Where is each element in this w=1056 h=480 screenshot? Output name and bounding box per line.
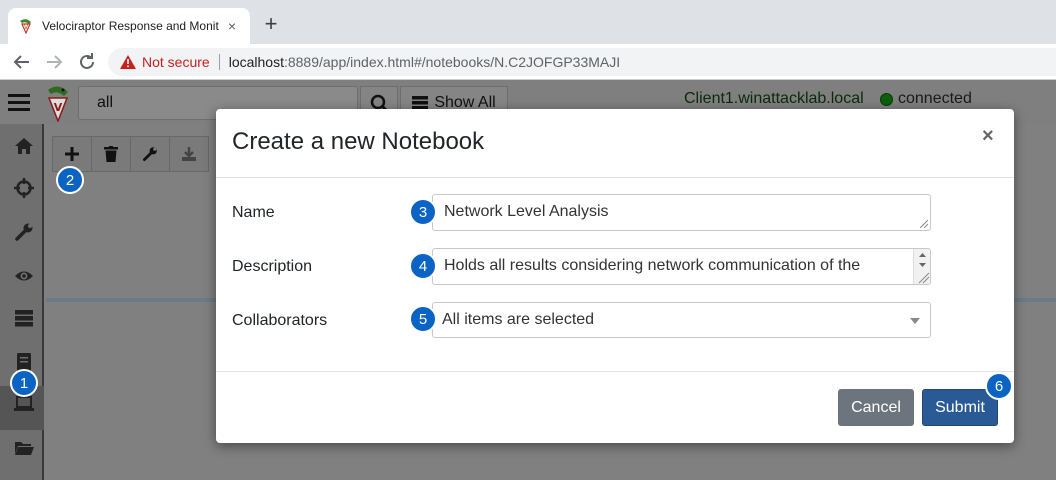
export-notebook-button[interactable]: [169, 136, 209, 172]
name-label: Name: [232, 204, 275, 221]
eye-icon[interactable]: [14, 266, 34, 286]
server-icon[interactable]: [14, 308, 34, 328]
crosshair-icon[interactable]: [14, 178, 34, 198]
collaborators-label: Collaborators: [232, 312, 328, 329]
scroll-arrows-icon: [918, 253, 930, 284]
description-value: Holds all results considering network co…: [444, 257, 861, 274]
resize-grip-icon[interactable]: [920, 220, 928, 228]
client-name[interactable]: Client1.winattacklab.local: [684, 90, 864, 108]
back-arrow-icon[interactable]: [10, 50, 34, 74]
edit-notebook-button[interactable]: [130, 136, 170, 172]
security-label[interactable]: Not secure: [142, 54, 210, 70]
tab-close-icon[interactable]: ×: [224, 18, 240, 34]
description-label: Description: [232, 258, 313, 275]
url-host: localhost: [228, 54, 284, 70]
status-dot-icon: [880, 92, 893, 106]
hamburger-menu-icon[interactable]: [8, 94, 30, 112]
list-icon: [412, 96, 429, 110]
wrench-icon[interactable]: [14, 222, 34, 242]
submit-button[interactable]: Submit: [922, 389, 998, 426]
wrench-icon: [143, 147, 157, 161]
trash-icon: [104, 146, 118, 162]
connection-status: connected: [880, 90, 972, 108]
browser-toolbar: Not secure localhost:8889/app/index.html…: [0, 44, 1056, 80]
cancel-button[interactable]: Cancel: [838, 389, 914, 426]
home-icon[interactable]: [14, 136, 34, 156]
folder-open-icon[interactable]: [14, 438, 34, 458]
reload-icon[interactable]: [75, 50, 99, 74]
callout-2: 2: [56, 166, 84, 194]
svg-text:V: V: [54, 101, 63, 114]
collaborators-value: All items are selected: [442, 311, 595, 328]
modal-header: Create a new Notebook ×: [216, 109, 1014, 178]
chevron-down-icon: [910, 318, 920, 324]
address-separator: [218, 54, 220, 70]
app-sidebar: [0, 124, 44, 480]
description-scrollbar[interactable]: [913, 249, 930, 284]
name-value: Network Level Analysis: [444, 203, 609, 220]
delete-notebook-button[interactable]: [91, 136, 131, 172]
create-notebook-modal: Create a new Notebook × Name Network Lev…: [216, 109, 1014, 443]
laptop-icon[interactable]: [14, 394, 34, 414]
close-icon[interactable]: ×: [982, 125, 994, 148]
description-field[interactable]: Holds all results considering network co…: [432, 248, 931, 285]
tab-title: Velociraptor Response and Monit: [42, 19, 219, 33]
browser-tab[interactable]: V Velociraptor Response and Monit ×: [8, 8, 250, 44]
modal-title: Create a new Notebook: [232, 128, 485, 155]
forward-arrow-icon[interactable]: [42, 50, 66, 74]
new-tab-button[interactable]: +: [258, 12, 284, 38]
warning-triangle-icon: [120, 55, 136, 69]
plus-icon: [65, 147, 79, 161]
collaborators-select[interactable]: All items are selected: [432, 302, 931, 338]
browser-tabstrip: V Velociraptor Response and Monit × +: [0, 0, 1056, 44]
velociraptor-favicon-icon: V: [20, 19, 31, 34]
connection-status-label: connected: [898, 90, 972, 107]
modal-footer-divider: [216, 371, 1014, 372]
download-icon: [182, 147, 196, 161]
callout-1: 1: [10, 369, 38, 397]
callout-5: 5: [409, 305, 437, 333]
name-field[interactable]: Network Level Analysis: [432, 194, 931, 231]
callout-6: 6: [985, 372, 1013, 400]
address-bar[interactable]: Not secure localhost:8889/app/index.html…: [108, 48, 1056, 76]
callout-4: 4: [409, 252, 437, 280]
callout-3: 3: [409, 198, 437, 226]
url-path: :8889/app/index.html#/notebooks/N.C2JOFG…: [283, 54, 621, 70]
velociraptor-logo-icon[interactable]: V: [44, 84, 72, 122]
